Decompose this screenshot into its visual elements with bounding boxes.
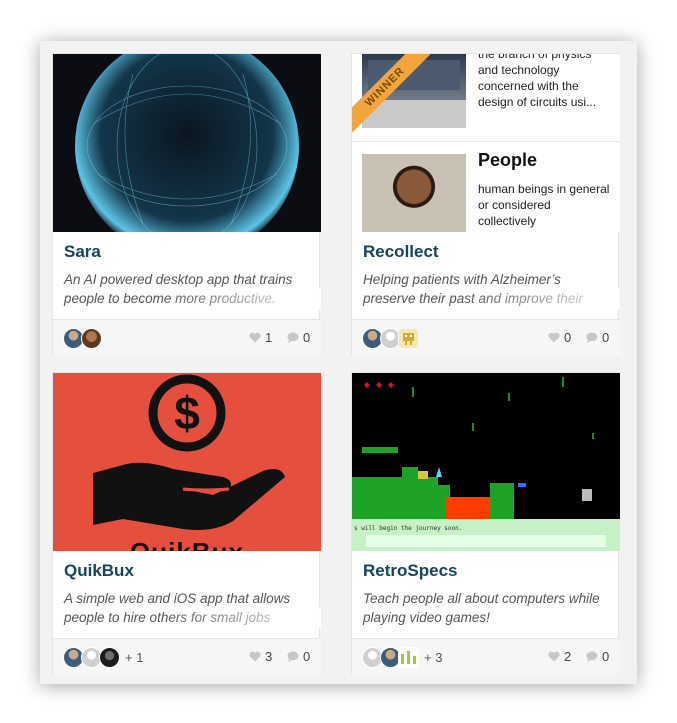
card-title[interactable]: RetroSpecs	[363, 561, 457, 581]
speech-bubble-icon	[586, 332, 598, 343]
card-footer: + 3 2 0	[352, 638, 620, 674]
more-members-count[interactable]: + 1	[125, 650, 143, 665]
avatar[interactable]	[398, 646, 419, 668]
team-avatars	[63, 327, 102, 349]
card-title[interactable]: Recollect	[363, 242, 439, 262]
card-thumbnail[interactable]: $ QuikBux	[53, 373, 321, 551]
card-footer: 0 0	[352, 319, 620, 355]
like-count[interactable]: 0	[548, 330, 571, 345]
comment-count-value: 0	[602, 649, 610, 664]
word-title: People	[478, 150, 538, 170]
heart-icon	[249, 332, 261, 343]
card-footer: + 1 3 0	[53, 638, 321, 674]
word-definition: human beings in general or considered co…	[478, 182, 610, 228]
comment-count-value: 0	[303, 649, 311, 664]
card-thumbnail[interactable]: s will begin the journey soon.	[352, 373, 620, 551]
comment-count[interactable]: 0	[287, 330, 310, 345]
card-title[interactable]: QuikBux	[64, 561, 134, 581]
team-avatars	[362, 327, 419, 349]
project-card-quikbux[interactable]: $ QuikBux QuikBux A simple web and iOS a…	[52, 372, 321, 674]
logo-wordmark: QuikBux	[53, 537, 321, 551]
hand-with-dollar-logo: $	[53, 373, 321, 551]
speech-bubble-icon	[287, 332, 299, 343]
heart-icon	[548, 332, 560, 343]
like-count-value: 3	[265, 649, 273, 664]
comment-count[interactable]: 0	[586, 649, 609, 664]
like-count-value: 0	[564, 330, 572, 345]
like-count-value: 1	[265, 330, 273, 345]
team-avatars: + 1	[63, 646, 143, 668]
avatar[interactable]	[81, 327, 102, 349]
like-count[interactable]: 1	[249, 330, 272, 345]
word-definition: the branch of physics and technology con…	[478, 54, 597, 109]
divider	[352, 141, 620, 142]
avatar[interactable]	[99, 646, 120, 668]
project-card-retrospecs[interactable]: s will begin the journey soon. RetroSpec…	[351, 372, 620, 674]
project-grid: Sara An AI powered desktop app that trai…	[40, 41, 637, 684]
avatar[interactable]	[398, 327, 419, 349]
like-count[interactable]: 3	[249, 649, 272, 664]
more-members-count[interactable]: + 3	[424, 650, 442, 665]
glowing-sphere-image	[53, 54, 321, 232]
card-description: Teach people all about computers while p…	[363, 591, 600, 625]
comment-count[interactable]: 0	[287, 649, 310, 664]
card-title[interactable]: Sara	[64, 242, 101, 262]
card-thumbnail[interactable]: WINNER the branch of physics and technol…	[352, 54, 620, 232]
project-card-sara[interactable]: Sara An AI powered desktop app that trai…	[52, 53, 321, 355]
svg-text:$: $	[174, 387, 200, 439]
comment-count-value: 0	[602, 330, 610, 345]
comment-count-value: 0	[303, 330, 311, 345]
team-avatars: + 3	[362, 646, 442, 668]
comment-count[interactable]: 0	[586, 330, 609, 345]
heart-icon	[249, 651, 261, 662]
like-count[interactable]: 2	[548, 649, 571, 664]
like-count-value: 2	[564, 649, 572, 664]
speech-bubble-icon	[287, 651, 299, 662]
card-thumbnail[interactable]	[53, 54, 321, 232]
person-photo	[362, 154, 466, 232]
heart-icon	[548, 651, 560, 662]
card-footer: 1 0	[53, 319, 321, 355]
speech-bubble-icon	[586, 651, 598, 662]
game-dialog-text: s will begin the journey soon.	[354, 525, 463, 532]
project-card-recollect[interactable]: WINNER the branch of physics and technol…	[351, 53, 620, 355]
